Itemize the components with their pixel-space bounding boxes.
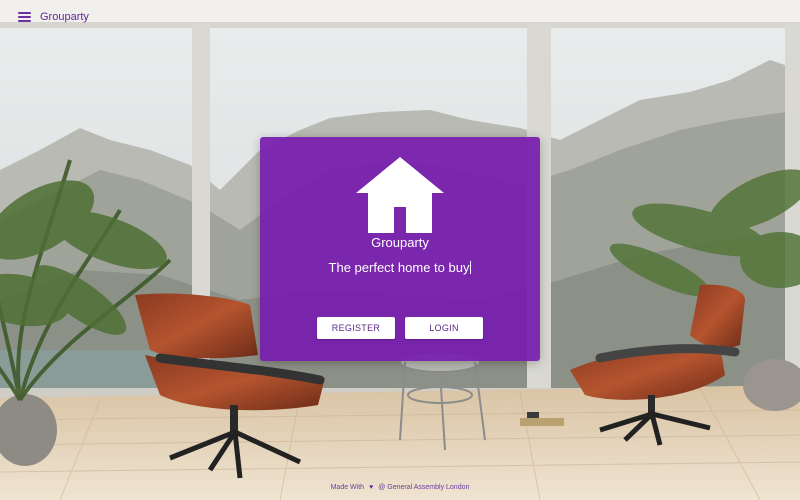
footer-credit[interactable]: @ General Assembly London [378,484,469,491]
hero-title: Grouparty [371,235,429,250]
hero-card: Grouparty The perfect home to buy REGIST… [260,137,540,361]
menu-line [18,20,31,22]
hamburger-menu-icon[interactable] [18,12,31,22]
heart-icon: ♥ [369,484,374,491]
brand-link[interactable]: Grouparty [40,11,89,23]
top-app-bar: Grouparty [0,0,800,34]
footer-made-with: Made With [330,484,365,491]
tagline-text: The perfect home to buy [328,260,470,275]
register-button[interactable]: REGISTER [317,317,395,339]
footer: Made With ♥ @ General Assembly London [0,484,800,491]
house-icon [356,157,444,233]
hero-tagline: The perfect home to buy [260,260,540,275]
menu-line [18,16,31,18]
typing-cursor [470,261,472,274]
login-button[interactable]: LOGIN [405,317,483,339]
menu-line [18,12,31,14]
